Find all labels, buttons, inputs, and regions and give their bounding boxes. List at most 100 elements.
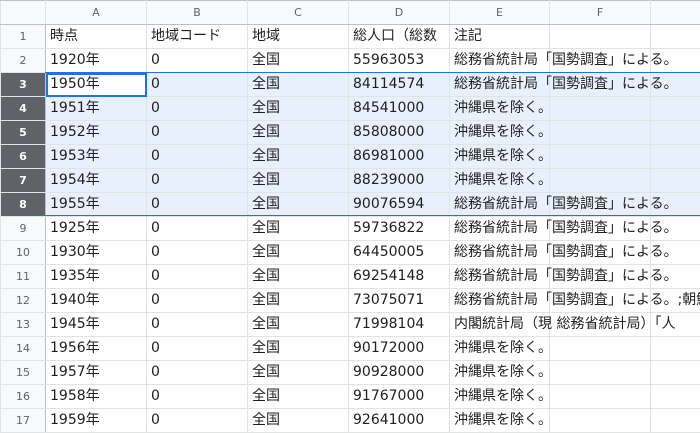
cell-b[interactable]: 0 <box>147 193 248 217</box>
cell-g[interactable] <box>651 385 700 409</box>
row-header[interactable]: 1 <box>1 25 46 49</box>
cell-a[interactable]: 1920年 <box>46 49 147 73</box>
cell-b[interactable]: 地域コード <box>147 25 248 49</box>
cell-c[interactable]: 全国 <box>248 265 349 289</box>
cell-g[interactable] <box>651 409 700 433</box>
row-header[interactable]: 17 <box>1 409 46 433</box>
cell-e[interactable]: 沖縄県を除く。 <box>450 145 550 169</box>
cell-c[interactable]: 全国 <box>248 409 349 433</box>
cell-c[interactable]: 全国 <box>248 289 349 313</box>
cell-f[interactable] <box>550 337 651 361</box>
row-header[interactable]: 4 <box>1 97 46 121</box>
cell-c[interactable]: 全国 <box>248 193 349 217</box>
cell-b[interactable]: 0 <box>147 385 248 409</box>
cell-f[interactable] <box>550 145 651 169</box>
cell-d[interactable]: 90172000 <box>349 337 450 361</box>
cell-c[interactable]: 全国 <box>248 169 349 193</box>
cell-d[interactable]: 73075071 <box>349 289 450 313</box>
cell-a[interactable]: 1940年 <box>46 289 147 313</box>
cell-d[interactable]: 84114574 <box>349 73 450 97</box>
cell-b[interactable]: 0 <box>147 121 248 145</box>
cell-a[interactable]: 1953年 <box>46 145 147 169</box>
column-header-d[interactable]: D <box>349 1 450 25</box>
cell-a[interactable]: 1952年 <box>46 121 147 145</box>
cell-d[interactable]: 90928000 <box>349 361 450 385</box>
row-header[interactable]: 7 <box>1 169 46 193</box>
cell-a[interactable]: 1930年 <box>46 241 147 265</box>
cell-d[interactable]: 総人口（総数 <box>349 25 450 49</box>
row-header[interactable]: 8 <box>1 193 46 217</box>
cell-b[interactable]: 0 <box>147 265 248 289</box>
cell-f[interactable] <box>550 409 651 433</box>
cell-e[interactable]: 沖縄県を除く。 <box>450 385 550 409</box>
row-header[interactable]: 3 <box>1 73 46 97</box>
cell-c[interactable]: 地域 <box>248 25 349 49</box>
cell-a[interactable]: 1935年 <box>46 265 147 289</box>
cell-b[interactable]: 0 <box>147 409 248 433</box>
select-all-corner[interactable] <box>1 1 46 25</box>
cell-a[interactable]: 1957年 <box>46 361 147 385</box>
cell-c[interactable]: 全国 <box>248 241 349 265</box>
cell-b[interactable]: 0 <box>147 313 248 337</box>
cell-d[interactable]: 59736822 <box>349 217 450 241</box>
row-header[interactable]: 2 <box>1 49 46 73</box>
cell-d[interactable]: 71998104 <box>349 313 450 337</box>
cell-b[interactable]: 0 <box>147 97 248 121</box>
column-header-g[interactable] <box>651 1 700 25</box>
cell-a[interactable]: 1950年 <box>46 73 147 97</box>
cell-c[interactable]: 全国 <box>248 313 349 337</box>
cell-b[interactable]: 0 <box>147 217 248 241</box>
cell-c[interactable]: 全国 <box>248 385 349 409</box>
cell-a[interactable]: 1945年 <box>46 313 147 337</box>
column-header-c[interactable]: C <box>248 1 349 25</box>
column-header-b[interactable]: B <box>147 1 248 25</box>
cell-a[interactable]: 1951年 <box>46 97 147 121</box>
cell-a[interactable]: 時点 <box>46 25 147 49</box>
cell-e[interactable]: 沖縄県を除く。 <box>450 121 550 145</box>
cell-e[interactable]: 総務省統計局「国勢調査」による。 <box>450 73 550 97</box>
cell-g[interactable] <box>651 97 700 121</box>
cell-f[interactable] <box>550 169 651 193</box>
cell-e[interactable]: 沖縄県を除く。 <box>450 409 550 433</box>
cell-d[interactable]: 88239000 <box>349 169 450 193</box>
cell-d[interactable]: 92641000 <box>349 409 450 433</box>
cell-b[interactable]: 0 <box>147 361 248 385</box>
cell-g[interactable] <box>651 145 700 169</box>
cell-c[interactable]: 全国 <box>248 121 349 145</box>
row-header[interactable]: 12 <box>1 289 46 313</box>
cell-g[interactable] <box>651 361 700 385</box>
cell-c[interactable]: 全国 <box>248 97 349 121</box>
cell-e[interactable]: 沖縄県を除く。 <box>450 97 550 121</box>
cell-d[interactable]: 90076594 <box>349 193 450 217</box>
cell-c[interactable]: 全国 <box>248 73 349 97</box>
cell-f[interactable] <box>550 97 651 121</box>
cell-e[interactable]: 内閣統計局（現 総務省統計局）「人 <box>450 313 550 337</box>
cell-a[interactable]: 1958年 <box>46 385 147 409</box>
cell-g[interactable] <box>651 169 700 193</box>
row-header[interactable]: 6 <box>1 145 46 169</box>
cell-d[interactable]: 85808000 <box>349 121 450 145</box>
cell-d[interactable]: 86981000 <box>349 145 450 169</box>
cell-e[interactable]: 沖縄県を除く。 <box>450 361 550 385</box>
cell-g[interactable] <box>651 121 700 145</box>
cell-b[interactable]: 0 <box>147 241 248 265</box>
cell-g[interactable] <box>651 337 700 361</box>
cell-f[interactable] <box>550 385 651 409</box>
cell-e[interactable]: 総務省統計局「国勢調査」による。 <box>450 193 550 217</box>
cell-e[interactable]: 総務省統計局「国勢調査」による。 <box>450 241 550 265</box>
cell-a[interactable]: 1959年 <box>46 409 147 433</box>
cell-g[interactable] <box>651 25 700 49</box>
cell-f[interactable] <box>550 121 651 145</box>
row-header[interactable]: 13 <box>1 313 46 337</box>
column-header-a[interactable]: A <box>46 1 147 25</box>
cell-b[interactable]: 0 <box>147 289 248 313</box>
cell-d[interactable]: 91767000 <box>349 385 450 409</box>
row-header[interactable]: 15 <box>1 361 46 385</box>
cell-b[interactable]: 0 <box>147 49 248 73</box>
row-header[interactable]: 11 <box>1 265 46 289</box>
cell-c[interactable]: 全国 <box>248 217 349 241</box>
row-header[interactable]: 14 <box>1 337 46 361</box>
row-header[interactable]: 10 <box>1 241 46 265</box>
cell-c[interactable]: 全国 <box>248 361 349 385</box>
cell-b[interactable]: 0 <box>147 337 248 361</box>
